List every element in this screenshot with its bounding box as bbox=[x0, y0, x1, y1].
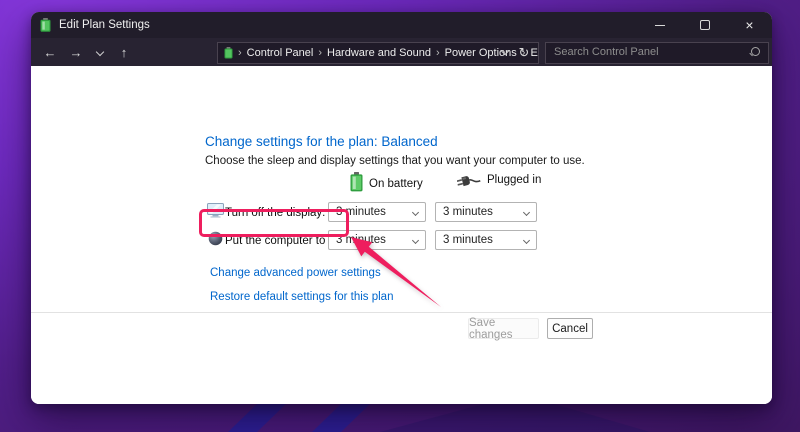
column-header-plugged-in: Plugged in bbox=[457, 172, 541, 188]
window-title: Edit Plan Settings bbox=[59, 19, 150, 31]
select-display-plugged-in[interactable]: 3 minutes bbox=[435, 202, 537, 222]
display-icon bbox=[207, 203, 224, 218]
title-bar: Edit Plan Settings × bbox=[31, 12, 772, 38]
address-dropdown-button[interactable] bbox=[496, 47, 514, 59]
select-display-on-battery[interactable]: 3 minutes bbox=[328, 202, 426, 222]
annotation-arrow-icon bbox=[340, 223, 450, 318]
minimize-icon bbox=[655, 25, 665, 26]
up-icon: ↑ bbox=[121, 45, 128, 60]
chevron-down-icon bbox=[523, 209, 530, 216]
cancel-button[interactable]: Cancel bbox=[547, 318, 593, 339]
breadcrumb-hardware-and-sound[interactable]: Hardware and Sound bbox=[327, 47, 431, 59]
selected-value: 3 minutes bbox=[336, 206, 386, 218]
search-input[interactable] bbox=[546, 43, 744, 61]
breadcrumb-separator: › bbox=[436, 47, 440, 59]
refresh-icon: ↻ bbox=[519, 45, 530, 60]
forward-icon: → bbox=[70, 45, 83, 60]
minimize-button[interactable] bbox=[637, 12, 682, 38]
back-icon: ← bbox=[44, 45, 57, 60]
power-battery-icon bbox=[40, 18, 51, 32]
column-header-on-battery: On battery bbox=[350, 172, 423, 192]
plug-icon bbox=[457, 172, 481, 188]
selected-value: 3 minutes bbox=[443, 206, 493, 218]
selected-value: 3 minutes bbox=[443, 234, 493, 246]
chevron-down-icon bbox=[523, 237, 530, 244]
on-battery-label: On battery bbox=[369, 178, 423, 190]
page-title: Change settings for the plan: Balanced bbox=[205, 134, 438, 149]
forward-button[interactable]: → bbox=[63, 45, 89, 60]
battery-icon bbox=[350, 172, 363, 192]
power-battery-icon bbox=[224, 47, 233, 59]
row-label-turn-off-display: Turn off the display: bbox=[225, 207, 325, 219]
edit-plan-settings-window: Edit Plan Settings × ← → ↑ › Control Pan… bbox=[31, 12, 772, 404]
save-changes-button[interactable]: Save changes bbox=[468, 318, 539, 339]
select-sleep-plugged-in[interactable]: 3 minutes bbox=[435, 230, 537, 250]
sleep-icon bbox=[207, 231, 224, 246]
caption-controls: × bbox=[637, 12, 772, 38]
recent-pages-button[interactable] bbox=[89, 45, 111, 60]
close-button[interactable]: × bbox=[727, 12, 772, 38]
plugged-in-label: Plugged in bbox=[487, 174, 541, 186]
close-icon: × bbox=[745, 18, 753, 32]
back-button[interactable]: ← bbox=[37, 45, 63, 60]
page-subtitle: Choose the sleep and display settings th… bbox=[205, 155, 585, 167]
maximize-icon bbox=[700, 20, 710, 30]
maximize-button[interactable] bbox=[682, 12, 727, 38]
address-bar[interactable]: › Control Panel › Hardware and Sound › P… bbox=[217, 42, 539, 64]
search-box bbox=[545, 42, 769, 64]
chevron-down-icon bbox=[412, 209, 419, 216]
refresh-button[interactable]: ↻ bbox=[514, 45, 534, 61]
chevron-down-icon bbox=[501, 47, 509, 55]
chevron-down-icon bbox=[96, 47, 104, 55]
breadcrumb-separator: › bbox=[238, 47, 242, 59]
search-icon[interactable] bbox=[751, 47, 760, 56]
breadcrumb-control-panel[interactable]: Control Panel bbox=[247, 47, 314, 59]
breadcrumb-separator: › bbox=[318, 47, 322, 59]
navigation-toolbar: ← → ↑ › Control Panel › Hardware and Sou… bbox=[31, 38, 772, 66]
up-button[interactable]: ↑ bbox=[111, 45, 137, 60]
